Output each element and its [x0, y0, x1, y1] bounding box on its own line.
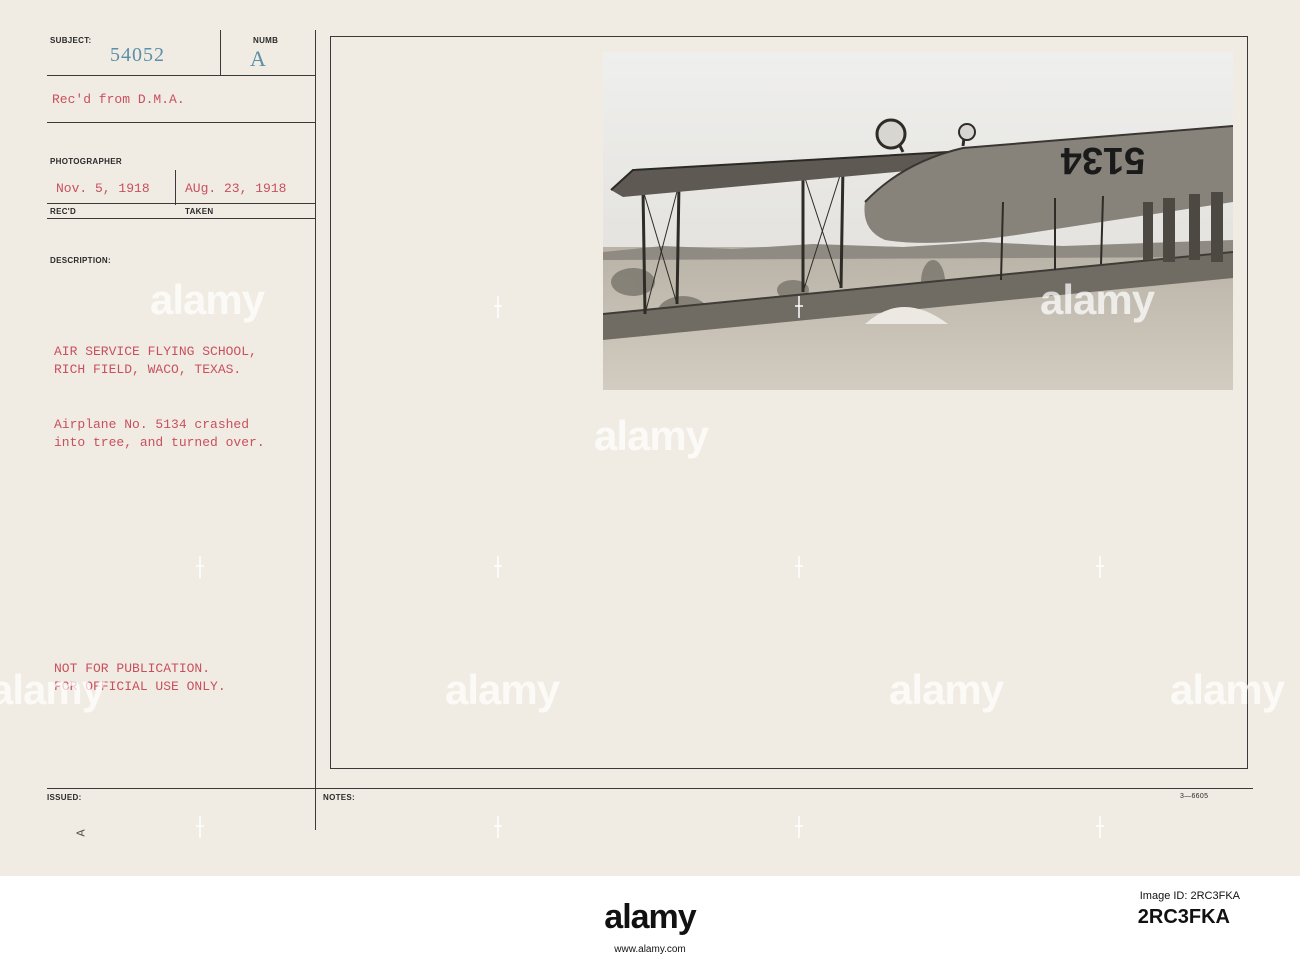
number-mark-stamp: A	[250, 46, 267, 71]
watermark-cross	[196, 816, 204, 838]
watermark-cross	[795, 556, 803, 578]
rule-received-from	[47, 122, 315, 123]
received-from-text: Rec'd from D.M.A.	[52, 92, 185, 107]
watermark-cross	[494, 556, 502, 578]
watermark-text: alamy	[1170, 666, 1285, 713]
number-label: NUMB	[253, 36, 279, 45]
form-code: 3—6605	[1180, 793, 1209, 800]
watermark-cross	[494, 296, 502, 318]
image-code: 2RC3FKA	[1137, 906, 1230, 928]
caption-line-1: Airplane No. 5134 crashed	[54, 417, 250, 432]
taken-label: TAKEN	[185, 207, 214, 216]
description-label: DESCRIPTION:	[50, 256, 111, 265]
issued-mark: A	[74, 829, 89, 837]
biplane-illustration: 5134	[603, 52, 1233, 390]
rule-issued	[47, 788, 315, 789]
date-divider	[175, 170, 176, 205]
watermark-cross	[1096, 816, 1104, 838]
watermark-text: alamy	[1040, 276, 1155, 323]
date-received-text: Nov. 5, 1918	[56, 181, 150, 196]
watermark-text: alamy	[0, 666, 105, 713]
photographer-label: PHOTOGRAPHER	[50, 157, 122, 166]
caption-line-2: into tree, and turned over.	[54, 435, 265, 450]
rule-notes	[315, 788, 1253, 789]
watermark-cross	[196, 556, 204, 578]
watermark-cross	[494, 816, 502, 838]
rule-dates	[47, 203, 315, 204]
watermark-text: alamy	[594, 412, 709, 459]
alamy-logo: alamy	[604, 898, 696, 936]
notes-label: NOTES:	[323, 793, 356, 802]
rule-subject	[47, 75, 315, 76]
rule-description	[47, 218, 315, 219]
left-column-divider	[315, 30, 316, 830]
received-label: REC'D	[50, 207, 77, 216]
archive-record-card: SUBJECT: NUMB PHOTOGRAPHER REC'D TAKEN D…	[0, 0, 1300, 876]
watermark-text: alamy	[445, 666, 560, 713]
location-line-2: RICH FIELD, WACO, TEXAS.	[54, 362, 242, 377]
subject-number-stamp: 54052	[110, 44, 165, 66]
stock-footer: alamy Image ID: 2RC3FKA 2RC3FKA www.alam…	[0, 876, 1300, 966]
image-id-label: Image ID: 2RC3FKA	[1139, 890, 1240, 902]
location-line-1: AIR SERVICE FLYING SCHOOL,	[54, 344, 257, 359]
watermark-cross	[795, 816, 803, 838]
fuselage-number: 5134	[1061, 139, 1146, 181]
date-taken-text: AUg. 23, 1918	[185, 181, 287, 196]
issued-label: ISSUED:	[47, 793, 82, 802]
subject-label: SUBJECT:	[50, 36, 92, 45]
watermark-text: alamy	[889, 666, 1004, 713]
site-url: www.alamy.com	[614, 944, 686, 955]
crashed-biplane-photo: 5134	[603, 52, 1233, 390]
watermark-cross	[795, 296, 803, 318]
watermark-text: alamy	[150, 276, 265, 323]
watermark-cross	[1096, 556, 1104, 578]
subject-number-divider	[220, 30, 221, 75]
